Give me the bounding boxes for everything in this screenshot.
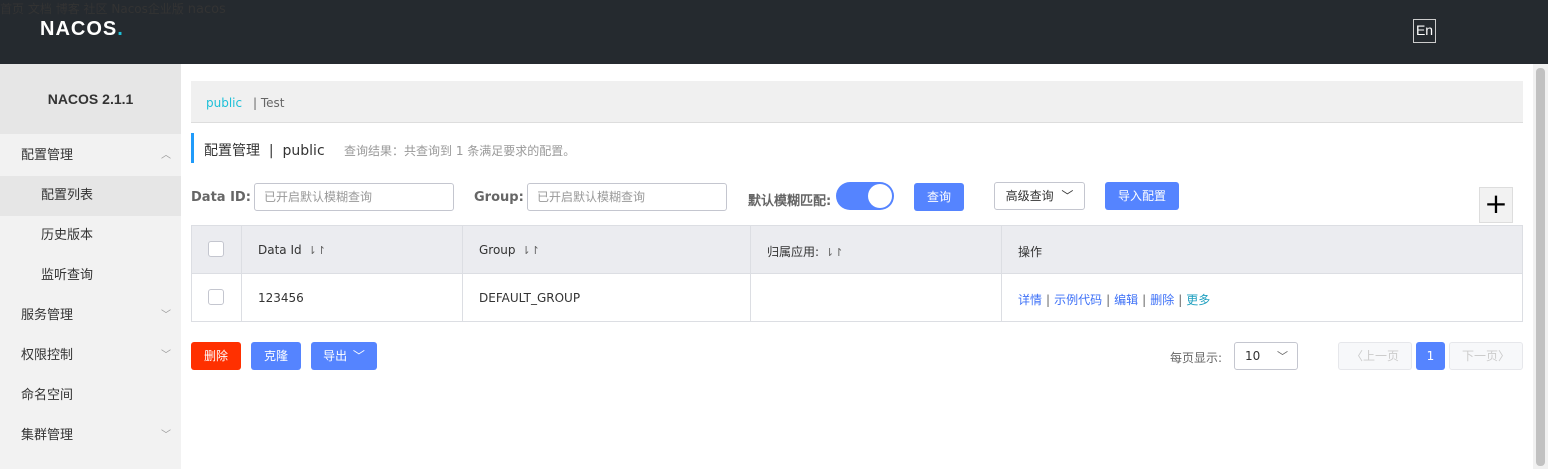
data-id-label: Data ID: — [191, 190, 251, 205]
advanced-query-button[interactable]: 高级查询 ﹀ — [994, 182, 1085, 210]
header-checkbox-cell — [192, 226, 242, 273]
column-data-id[interactable]: Data Id ⇂↾ — [242, 226, 463, 273]
sidebar-item-label: 服务管理 — [21, 308, 74, 323]
chevron-down-icon: ﹀ — [352, 349, 365, 363]
sidebar-item-label: 监听查询 — [41, 268, 94, 283]
nav-docs[interactable]: 文档 — [28, 2, 52, 16]
sidebar: NACOS 2.1.1 配置管理 ︿ 配置列表 历史版本 监听查询 服务管理 ﹀… — [0, 64, 181, 469]
nav-community[interactable]: 社区 — [84, 2, 108, 16]
clone-button[interactable]: 克隆 — [251, 342, 301, 370]
namespace-bar: public | Test — [191, 81, 1523, 123]
page-title-row: 配置管理 | public 查询结果：共查询到 1 条满足要求的配置。 — [191, 133, 575, 163]
cell-app — [751, 274, 1002, 321]
sidebar-item-label: 历史版本 — [41, 228, 94, 243]
column-label: 操作 — [1018, 245, 1043, 259]
export-label: 导出 — [323, 349, 348, 363]
sample-code-link[interactable]: 示例代码 — [1054, 293, 1102, 307]
sidebar-item-namespace[interactable]: 命名空间 — [0, 376, 181, 416]
query-button[interactable]: 查询 — [914, 183, 964, 211]
page-title: 配置管理 | public — [204, 143, 325, 159]
select-all-checkbox[interactable] — [208, 241, 224, 257]
config-table: Data Id ⇂↾ Group ⇂↾ 归属应用: ⇂↾ 操作 123456 DEFA… — [191, 225, 1523, 322]
chevron-left-icon: 〈 — [1350, 349, 1363, 363]
more-link[interactable]: 更多 — [1186, 293, 1210, 307]
top-navbar: NACOS. 首页 文档 博客 社区 Nacos企业版 En nacos — [0, 0, 1548, 64]
version-label: NACOS 2.1.1 — [0, 64, 181, 134]
column-label: 归属应用: — [767, 245, 820, 259]
chevron-down-icon: ﹀ — [161, 430, 171, 441]
chevron-down-icon: ﹀ — [161, 350, 171, 361]
sort-icon[interactable]: ⇂↾ — [825, 246, 843, 259]
column-label: Data Id — [258, 243, 302, 257]
export-button[interactable]: 导出 ﹀ — [311, 342, 377, 370]
nacos-logo[interactable]: NACOS. — [40, 18, 124, 41]
cell-data-id: 123456 — [242, 274, 463, 321]
user-menu[interactable]: nacos — [188, 2, 226, 17]
page-size-label: 每页显示: — [1170, 351, 1223, 365]
cell-group: DEFAULT_GROUP — [463, 274, 751, 321]
toggle-knob — [868, 184, 892, 208]
nav-home[interactable]: 首页 — [0, 2, 24, 16]
chevron-down-icon: ﹀ — [1277, 350, 1288, 363]
sidebar-item-access-control[interactable]: 权限控制 ﹀ — [0, 336, 181, 376]
next-page-button[interactable]: 下一页〉 — [1449, 342, 1523, 370]
prev-page-label: 上一页 — [1363, 349, 1400, 363]
column-group[interactable]: Group ⇂↾ — [463, 226, 751, 273]
sidebar-item-label: 命名空间 — [21, 388, 74, 403]
vertical-scrollbar[interactable] — [1533, 64, 1548, 469]
row-checkbox[interactable] — [208, 289, 224, 305]
edit-link[interactable]: 编辑 — [1114, 293, 1138, 307]
details-link[interactable]: 详情 — [1018, 293, 1042, 307]
query-result-text: 查询结果：共查询到 1 条满足要求的配置。 — [344, 144, 576, 158]
delete-link[interactable]: 删除 — [1150, 293, 1174, 307]
table-header: Data Id ⇂↾ Group ⇂↾ 归属应用: ⇂↾ 操作 — [192, 226, 1522, 274]
table-row: 123456 DEFAULT_GROUP 详情 | 示例代码 | 编辑 | 删除 | 更多 — [192, 274, 1522, 321]
column-app[interactable]: 归属应用: ⇂↾ — [751, 226, 1002, 273]
sidebar-item-label: 集群管理 — [21, 428, 74, 443]
delete-button[interactable]: 删除 — [191, 342, 241, 370]
sidebar-item-cluster-management[interactable]: 集群管理 ﹀ — [0, 416, 181, 456]
sidebar-item-label: 配置管理 — [21, 148, 74, 163]
data-id-input[interactable]: 已开启默认模糊查询 — [254, 183, 454, 211]
scrollbar-thumb[interactable] — [1536, 68, 1545, 466]
namespace-test[interactable]: | Test — [253, 96, 285, 110]
namespace-public[interactable]: public — [206, 96, 242, 110]
language-toggle[interactable]: En — [1413, 19, 1436, 43]
chevron-right-icon: 〉 — [1498, 349, 1511, 363]
row-checkbox-cell — [192, 274, 242, 321]
fuzzy-match-label: 默认模糊匹配: — [748, 194, 832, 209]
sidebar-item-config-list[interactable]: 配置列表 — [0, 176, 181, 216]
nav-blog[interactable]: 博客 — [56, 2, 80, 16]
sidebar-item-config-management[interactable]: 配置管理 ︿ — [0, 136, 181, 176]
next-page-label: 下一页 — [1461, 349, 1498, 363]
page-number-current[interactable]: 1 — [1416, 342, 1445, 370]
column-actions: 操作 — [1002, 226, 1522, 273]
page-size-select[interactable]: 10 ﹀ — [1234, 342, 1298, 370]
page-size-value: 10 — [1245, 349, 1261, 363]
import-config-button[interactable]: 导入配置 — [1105, 182, 1179, 210]
nav-enterprise[interactable]: Nacos企业版 — [111, 2, 184, 16]
chevron-up-icon: ︿ — [161, 150, 171, 161]
sort-icon[interactable]: ⇂↾ — [308, 244, 326, 257]
fuzzy-match-toggle[interactable] — [836, 182, 894, 210]
chevron-down-icon: ﹀ — [1061, 189, 1074, 203]
group-label: Group: — [474, 190, 524, 205]
sidebar-item-label: 配置列表 — [41, 188, 94, 203]
data-id-value: 123456 — [258, 291, 304, 305]
advanced-query-label: 高级查询 — [1005, 189, 1054, 203]
prev-page-button[interactable]: 〈上一页 — [1338, 342, 1412, 370]
cell-actions: 详情 | 示例代码 | 编辑 | 删除 | 更多 — [1018, 293, 1211, 307]
sidebar-item-service-management[interactable]: 服务管理 ﹀ — [0, 296, 181, 336]
sidebar-item-history[interactable]: 历史版本 — [0, 216, 181, 256]
column-label: Group — [479, 243, 516, 257]
group-value: DEFAULT_GROUP — [479, 291, 581, 305]
sidebar-item-listener-query[interactable]: 监听查询 — [0, 256, 181, 296]
sidebar-item-label: 权限控制 — [21, 348, 74, 363]
chevron-down-icon: ﹀ — [161, 310, 171, 321]
sort-icon[interactable]: ⇂↾ — [522, 244, 540, 257]
group-input[interactable]: 已开启默认模糊查询 — [527, 183, 727, 211]
add-config-button[interactable]: + — [1479, 187, 1513, 223]
